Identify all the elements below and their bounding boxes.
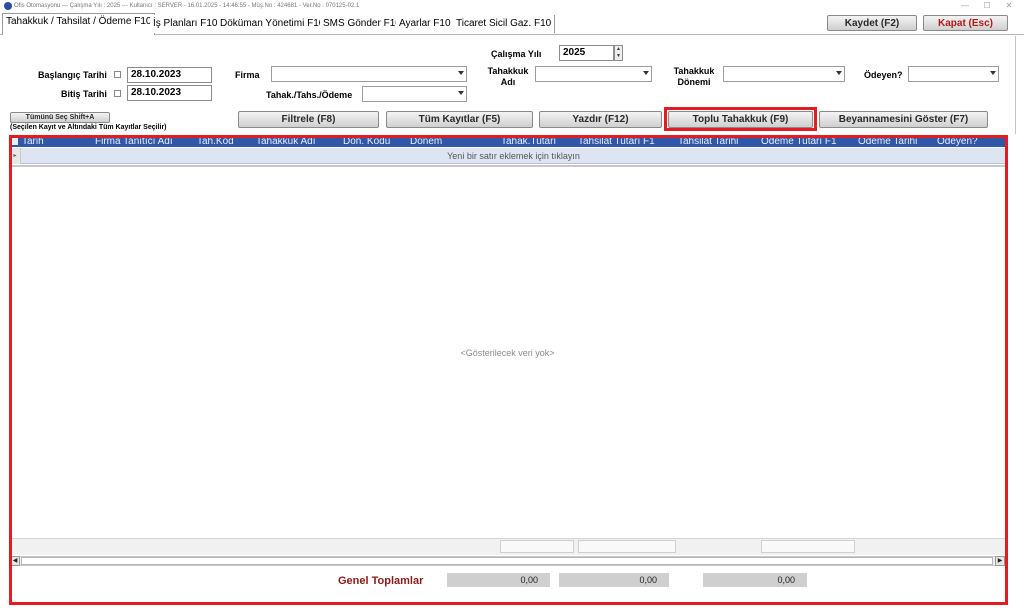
save-button[interactable]: Kaydet (F2) xyxy=(827,15,917,31)
tab-sms-gonder[interactable]: SMS Gönder F10 xyxy=(320,15,405,33)
minimize-icon[interactable]: — xyxy=(958,1,972,10)
firma-select[interactable] xyxy=(271,66,467,82)
tahakkuk-donemi-label: Tahakkuk Dönemi xyxy=(672,66,716,88)
window-title: Ofis Otomasyonu --- Çalışma Yılı : 2025 … xyxy=(14,3,360,9)
tahakkuk-adi-select[interactable] xyxy=(535,66,652,82)
tahakkuk-adi-label-line2: Adı xyxy=(500,77,516,87)
tahak-label: Tahak./Tahs./Ödeme xyxy=(266,90,353,100)
select-all-button[interactable]: Tümünü Seç Shift+A xyxy=(10,112,110,123)
close-button[interactable]: Kapat (Esc) xyxy=(923,15,1008,31)
chevron-down-icon xyxy=(643,71,649,75)
tahakkuk-donemi-label-line1: Tahakkuk xyxy=(673,66,715,76)
tab-dokuman-yonetimi[interactable]: Döküman Yönetimi F10 xyxy=(217,15,329,33)
start-date-field[interactable]: 28.10.2023 xyxy=(127,67,212,83)
end-date-checkbox[interactable] xyxy=(114,90,121,97)
chevron-down-icon xyxy=(458,91,464,95)
tahak-select[interactable] xyxy=(362,86,467,102)
divider xyxy=(1015,36,1016,134)
work-year-field[interactable]: 2025 xyxy=(559,45,614,61)
chevron-down-icon xyxy=(990,71,996,75)
start-date-checkbox[interactable] xyxy=(114,71,121,78)
select-all-hint: (Seçilen Kayıt ve Altındaki Tüm Kayıtlar… xyxy=(10,124,167,131)
end-date-field[interactable]: 28.10.2023 xyxy=(127,85,212,101)
title-bar: Ofis Otomasyonu --- Çalışma Yılı : 2025 … xyxy=(0,0,1024,13)
spin-down-icon[interactable]: ▼ xyxy=(615,53,622,60)
all-records-button[interactable]: Tüm Kayıtlar (F5) xyxy=(386,111,533,128)
tahakkuk-donemi-select[interactable] xyxy=(723,66,845,82)
tahakkuk-adi-label-line1: Tahakkuk xyxy=(487,66,529,76)
odeyen-label: Ödeyen? xyxy=(864,70,903,80)
tab-is-planlari[interactable]: İş Planları F10 xyxy=(150,15,222,33)
spin-up-icon[interactable]: ▲ xyxy=(615,46,622,53)
tab-tahakkuk[interactable]: Tahakkuk / Tahsilat / Ödeme F10 xyxy=(2,13,156,35)
close-icon[interactable]: ✕ xyxy=(1002,1,1016,10)
end-date-label: Bitiş Tarihi xyxy=(61,89,107,99)
chevron-down-icon xyxy=(458,71,464,75)
highlight-frame xyxy=(9,135,1008,605)
work-year-label: Çalışma Yılı xyxy=(491,49,542,59)
maximize-icon[interactable]: ☐ xyxy=(980,1,994,10)
bulk-accrual-button[interactable]: Toplu Tahakkuk (F9) xyxy=(668,111,813,128)
show-declaration-button[interactable]: Beyannamesini Göster (F7) xyxy=(819,111,988,128)
app-icon xyxy=(4,2,12,10)
odeyen-select[interactable] xyxy=(908,66,999,82)
tahakkuk-adi-label: Tahakkuk Adı xyxy=(487,66,529,88)
start-date-label: Başlangıç Tarihi xyxy=(38,70,107,80)
firma-label: Firma xyxy=(235,70,260,80)
filter-button[interactable]: Filtrele (F8) xyxy=(238,111,379,128)
print-button[interactable]: Yazdır (F12) xyxy=(539,111,662,128)
tab-ayarlar[interactable]: Ayarlar F10 xyxy=(396,15,455,33)
chevron-down-icon xyxy=(836,71,842,75)
tab-ticaret-sicil[interactable]: Ticaret Sicil Gaz. F10 xyxy=(453,15,556,33)
tahakkuk-donemi-label-line2: Dönemi xyxy=(677,77,711,87)
year-spinner[interactable]: ▲ ▼ xyxy=(614,45,623,61)
